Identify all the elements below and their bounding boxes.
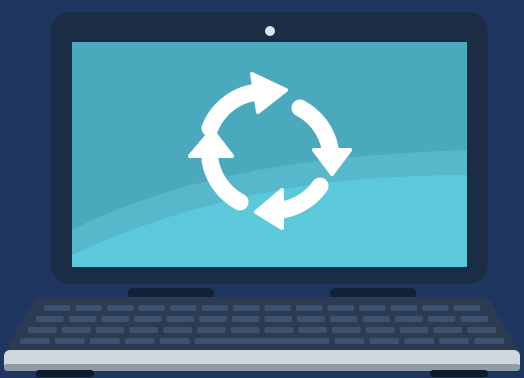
keyboard-key	[362, 316, 391, 322]
keyboard-key	[264, 316, 293, 322]
keyboard-key	[196, 327, 226, 333]
keyboard-key	[107, 305, 134, 311]
keyboard-key	[327, 305, 354, 311]
keyboard-key	[231, 316, 260, 322]
keyboard-key	[359, 305, 386, 311]
keyboard-key	[230, 327, 260, 333]
keyboard-key	[61, 327, 91, 333]
keyboard-key	[264, 305, 291, 311]
keyboard-key	[422, 305, 449, 311]
keyboard-key	[36, 316, 64, 322]
keyboard-key	[467, 327, 496, 333]
keyboard-key	[124, 338, 155, 344]
keyboard-key	[44, 305, 71, 311]
spacebar-key	[194, 338, 330, 344]
keyboard-key	[395, 316, 423, 322]
keyboard-key	[298, 327, 328, 333]
keyboard-key	[365, 327, 395, 333]
keyboard-key	[68, 316, 97, 322]
keyboard-key	[439, 338, 470, 344]
laptop-screen	[72, 42, 467, 267]
keyboard-key	[75, 305, 102, 311]
keyboard-key	[129, 327, 159, 333]
keyboard-key	[20, 338, 50, 344]
keyboard-key	[296, 305, 323, 311]
keyboard-key	[233, 305, 260, 311]
keyboard-key	[133, 316, 162, 322]
keyboard-key	[453, 305, 480, 311]
keyboard-key	[163, 327, 192, 333]
keyboard-key	[329, 316, 358, 322]
keyboard-key	[138, 305, 165, 311]
keyboard-key	[332, 327, 361, 333]
keyboard-key	[433, 327, 463, 333]
keyboard-key	[199, 316, 227, 322]
keyboard-key	[474, 338, 504, 344]
keyboard-key	[28, 327, 57, 333]
keyboard-key	[399, 327, 429, 333]
keyboard-key	[297, 316, 325, 322]
laptop-illustration	[0, 0, 524, 378]
keyboard-key	[460, 316, 488, 322]
keyboard-key	[95, 327, 125, 333]
keyboard-key	[427, 316, 456, 322]
keyboard-key	[89, 338, 120, 344]
keyboard-key	[166, 316, 195, 322]
keyboard-key	[54, 338, 85, 344]
keyboard-key	[369, 338, 400, 344]
laptop-base-shadow	[4, 364, 520, 371]
keyboard-key	[101, 316, 129, 322]
foot-left	[36, 370, 94, 377]
webcam-icon	[265, 26, 275, 36]
keyboard-key	[170, 305, 197, 311]
foot-right	[430, 370, 488, 377]
keyboard-key	[404, 338, 435, 344]
keyboard-key	[201, 305, 228, 311]
keyboard-key	[334, 338, 365, 344]
keyboard-key	[390, 305, 417, 311]
keyboard-key	[264, 327, 294, 333]
keyboard-key	[159, 338, 190, 344]
